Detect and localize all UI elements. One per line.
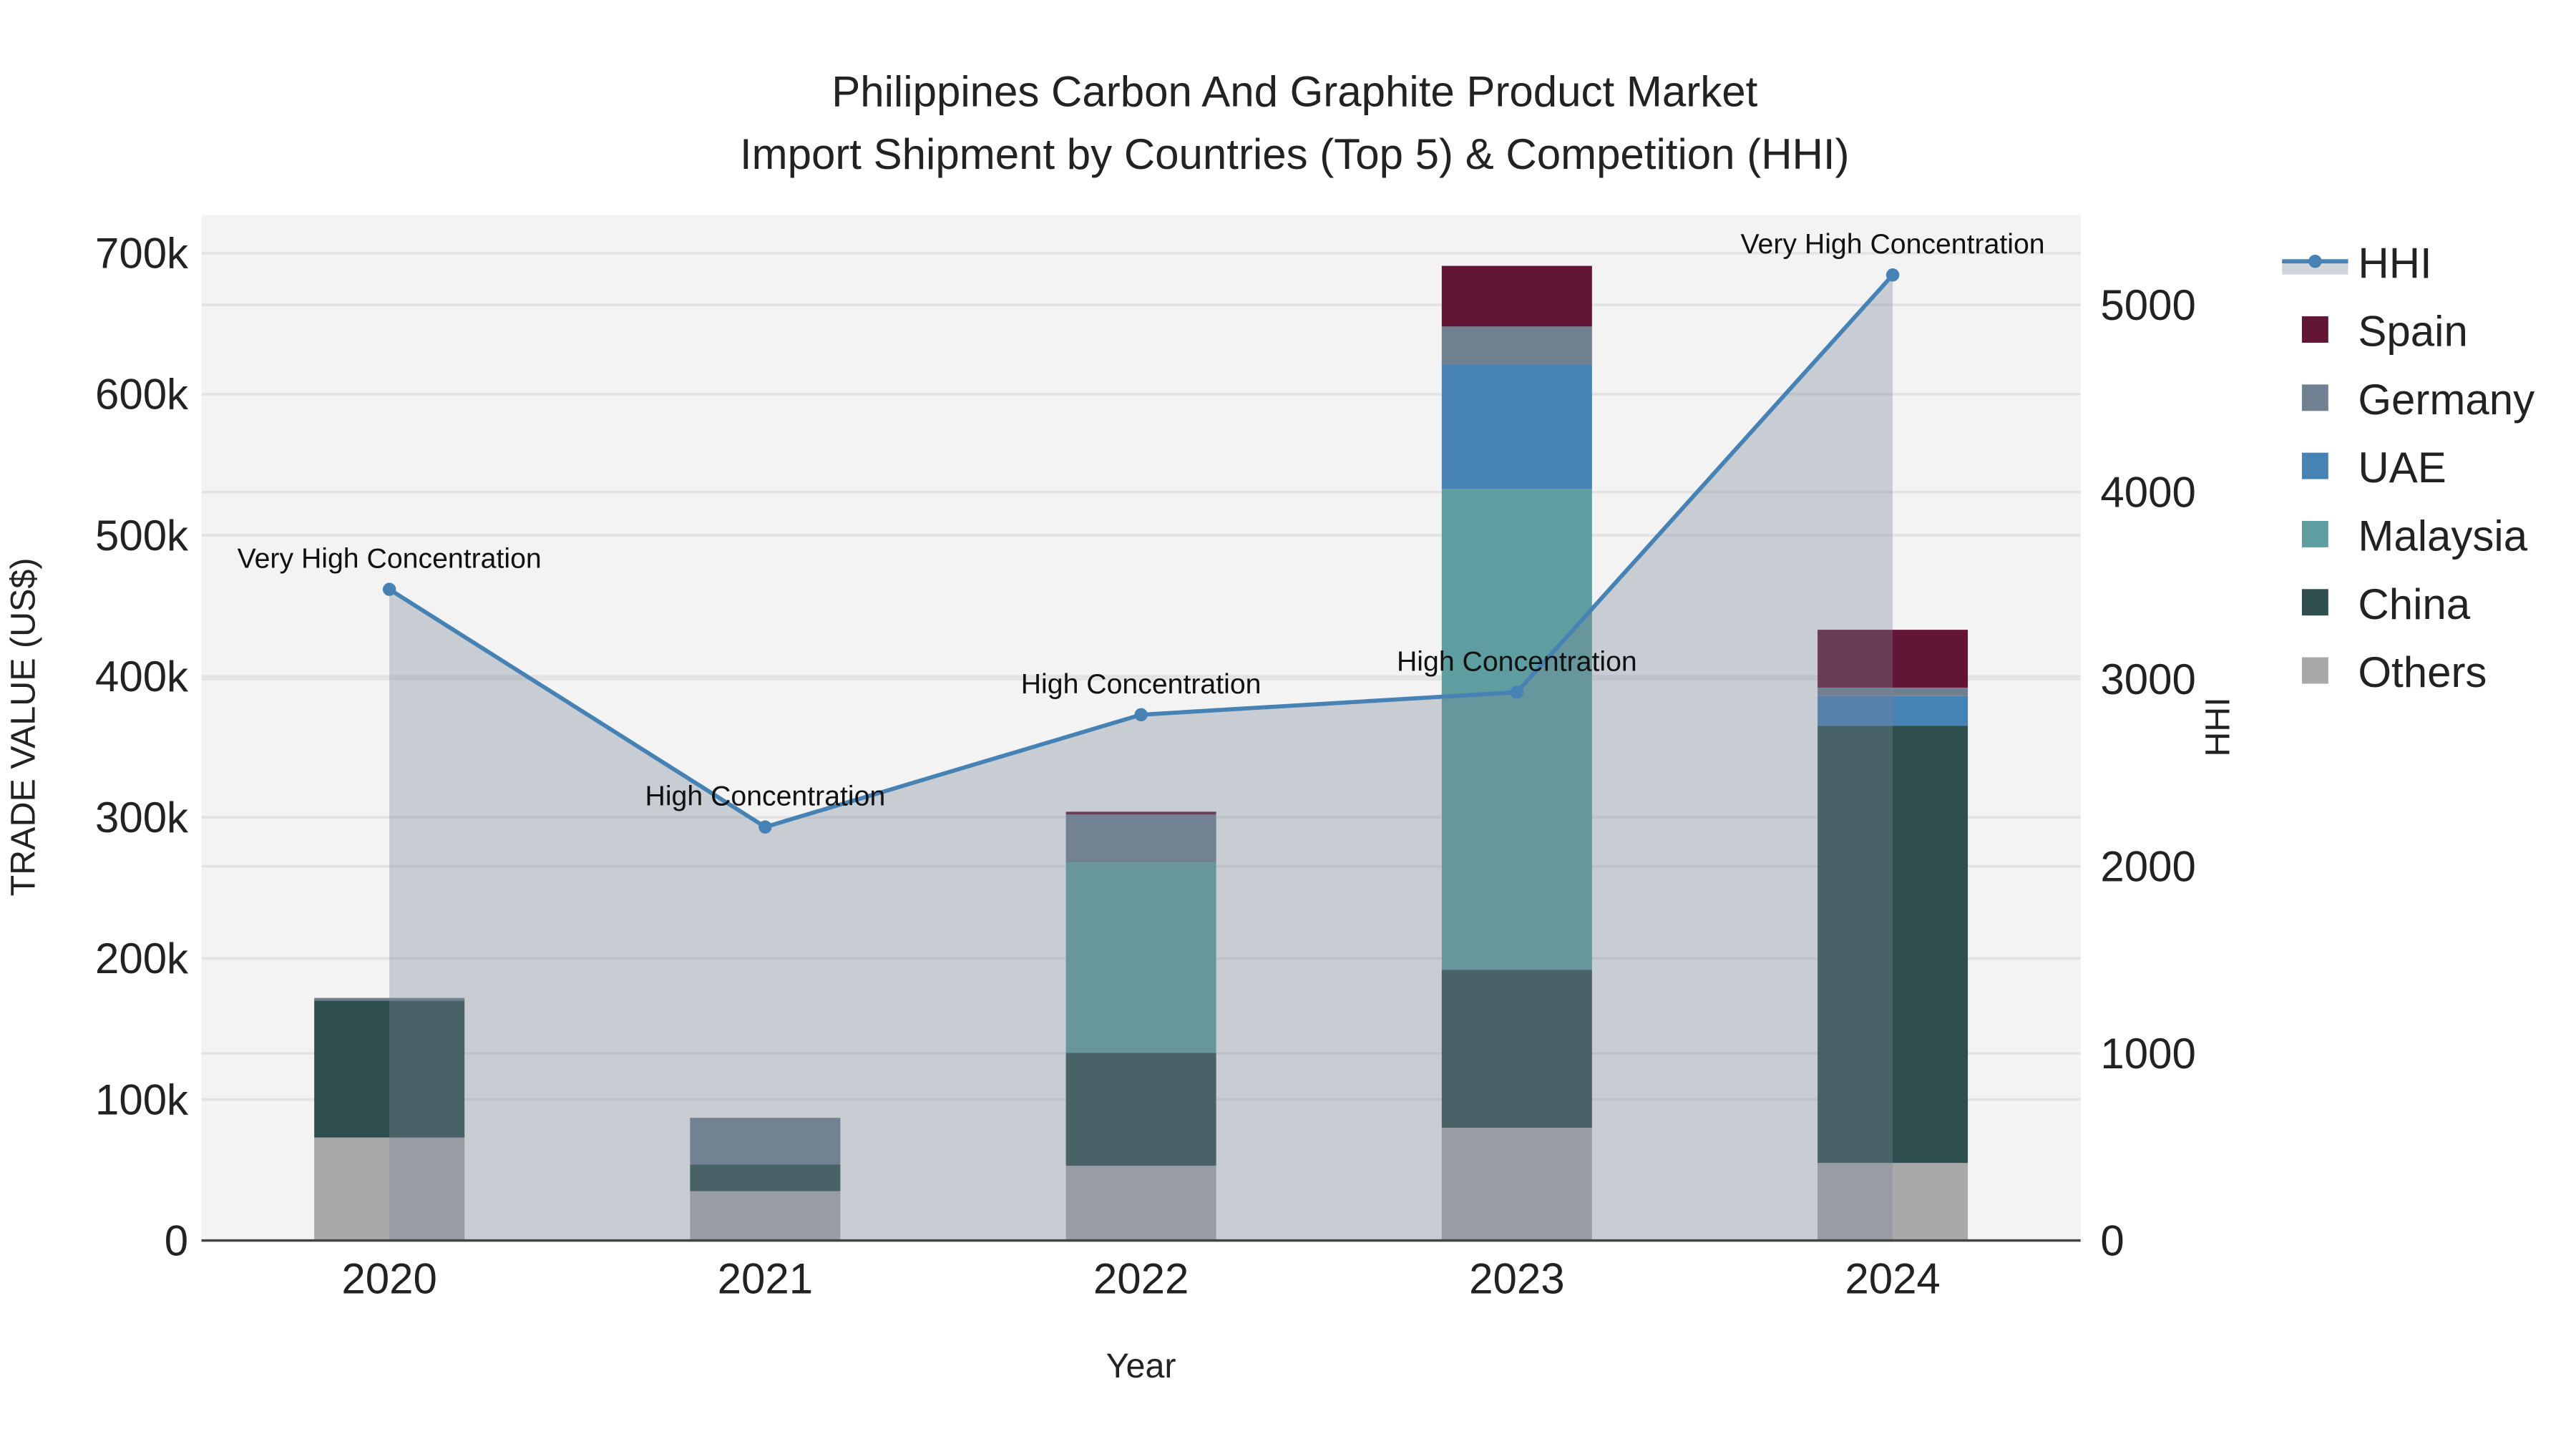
x-tick-label: 2021 — [718, 1255, 813, 1303]
chart: Philippines Carbon And Graphite Product … — [0, 0, 2576, 1449]
x-tick-label: 2024 — [1845, 1255, 1940, 1303]
legend-label: China — [2358, 580, 2470, 628]
legend-label: HHI — [2358, 239, 2431, 287]
y-tick-label: 700k — [95, 230, 189, 278]
y2-tick-label: 3000 — [2100, 655, 2195, 703]
legend-swatch-germany — [2301, 384, 2328, 411]
legend-label: Spain — [2358, 308, 2467, 356]
legend-label: Malaysia — [2358, 512, 2527, 560]
hhi-point-2023 — [1510, 686, 1524, 699]
hhi-annotation: High Concentration — [1397, 645, 1637, 677]
y2-axis-title: HHI — [2198, 697, 2237, 756]
legend-label: Others — [2358, 648, 2487, 696]
bar-uae-2023 — [1441, 364, 1592, 489]
y2-tick-label: 0 — [2100, 1216, 2124, 1264]
legend-swatch-china — [2301, 589, 2328, 616]
y2-tick-label: 1000 — [2100, 1030, 2195, 1078]
y-tick-label: 600k — [95, 371, 189, 419]
y-tick-label: 500k — [95, 512, 189, 560]
y-tick-label: 0 — [165, 1216, 188, 1264]
y-tick-label: 200k — [95, 935, 189, 982]
hhi-point-2024 — [1885, 268, 1900, 282]
chart-title-line1: Philippines Carbon And Graphite Product … — [831, 67, 1757, 115]
chart-title-line2: Import Shipment by Countries (Top 5) & C… — [740, 130, 1850, 178]
y2-tick-label: 2000 — [2100, 842, 2195, 890]
y-tick-label: 100k — [95, 1075, 189, 1123]
legend-label: Germany — [2358, 376, 2534, 424]
hhi-annotation: High Concentration — [1021, 668, 1262, 700]
x-axis-title: Year — [1106, 1347, 1176, 1385]
y-tick-label: 300k — [95, 794, 189, 841]
legend-swatch-others — [2301, 657, 2328, 684]
x-tick-label: 2023 — [1469, 1255, 1564, 1303]
legend-swatch-spain — [2301, 316, 2328, 343]
bar-germany-2023 — [1441, 326, 1592, 365]
y2-tick-label: 4000 — [2100, 468, 2195, 516]
x-tick-label: 2020 — [341, 1255, 436, 1303]
hhi-point-2022 — [1134, 708, 1148, 722]
x-tick-label: 2022 — [1093, 1255, 1189, 1303]
hhi-annotation: Very High Concentration — [1741, 228, 2045, 260]
hhi-point-2021 — [758, 820, 772, 834]
hhi-point-2020 — [382, 582, 396, 596]
hhi-annotation: High Concentration — [645, 781, 886, 812]
hhi-annotation: Very High Concentration — [238, 543, 542, 575]
legend-swatch-malaysia — [2301, 520, 2328, 547]
legend-swatch-hhi-marker — [2308, 254, 2322, 268]
y-axis-title: TRADE VALUE (US$) — [4, 557, 42, 896]
bar-spain-2023 — [1441, 265, 1592, 327]
legend-label: UAE — [2358, 444, 2446, 492]
y2-tick-label: 5000 — [2100, 281, 2195, 329]
y-tick-label: 400k — [95, 653, 189, 701]
legend-swatch-uae — [2301, 452, 2328, 479]
